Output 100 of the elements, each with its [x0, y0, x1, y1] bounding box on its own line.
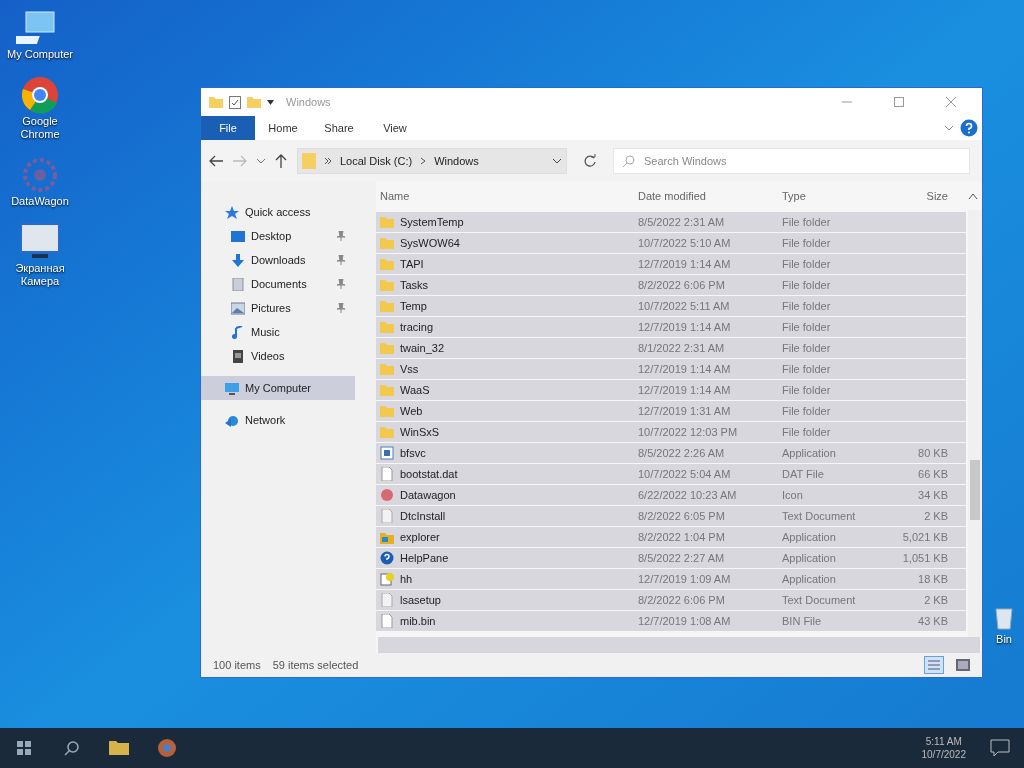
table-cell-text: 66 KB — [917, 466, 949, 482]
file-row[interactable]: TAPI 12/7/2019 1:14 AM File folder — [376, 254, 966, 275]
table-cell-text: DAT File — [782, 466, 825, 482]
file-row[interactable]: bfsvc 8/5/2022 2:26 AM Application 80 KB — [376, 443, 966, 464]
text-file-icon — [380, 509, 394, 523]
file-name: mib.bin — [400, 613, 436, 629]
caret-icon — [257, 158, 265, 164]
table-cell-text: 8/2/2022 1:04 PM — [638, 529, 726, 545]
nav-item[interactable]: Music — [201, 320, 355, 344]
file-row[interactable]: tracing 12/7/2019 1:14 AM File folder — [376, 317, 966, 338]
file-row[interactable]: lsasetup 8/2/2022 6:06 PM Text Document 2 KB — [376, 590, 966, 611]
chevron-icon — [420, 157, 427, 165]
table-cell-text: 2 KB — [923, 592, 949, 608]
nav-item[interactable]: Network — [201, 408, 355, 432]
folder-icon — [380, 299, 394, 313]
desktop-icon-label[interactable]: Google Chrome — [2, 115, 78, 141]
table-cell-text: 34 KB — [917, 487, 949, 503]
nav-item[interactable]: Desktop — [201, 224, 355, 248]
file-row[interactable]: Web 12/7/2019 1:31 AM File folder — [376, 401, 966, 422]
table-cell-text: 10/7/2022 5:04 AM — [638, 466, 732, 482]
chevron-icon — [944, 125, 954, 131]
folder-icon — [109, 741, 129, 755]
desktop-icon-label[interactable]: DataWagon — [2, 195, 78, 208]
nav-item[interactable]: Quick access — [201, 200, 355, 224]
scroll-thumb[interactable] — [970, 460, 980, 520]
ribbon-tab[interactable]: Home — [255, 116, 311, 140]
table-cell-text: 12/7/2019 1:14 AM — [638, 361, 732, 377]
table-cell-text: 12/7/2019 1:14 AM — [638, 319, 732, 335]
document-icon — [231, 277, 245, 291]
file-row[interactable]: bootstat.dat 10/7/2022 5:04 AM DAT File 66 KB — [376, 464, 966, 485]
nav-item[interactable]: Pictures — [201, 296, 355, 320]
file-row[interactable]: HelpPane 8/5/2022 2:27 AM Application 1,051 KB — [376, 548, 966, 569]
address-bar[interactable]: Local Disk (C:) Windows — [297, 148, 567, 174]
desktop-icon-label[interactable]: My Computer — [2, 48, 78, 61]
folder-icon — [380, 278, 394, 292]
file-row[interactable]: Temp 10/7/2022 5:11 AM File folder — [376, 296, 966, 317]
desktop-icon-label[interactable]: Bin — [996, 631, 1012, 648]
table-cell-text: BIN File — [782, 613, 823, 629]
file-row[interactable]: SystemTemp 8/5/2022 2:31 AM File folder — [376, 212, 966, 233]
scrollbar[interactable] — [968, 210, 982, 637]
table-cell-text: Application — [782, 550, 837, 566]
scrollbar[interactable] — [378, 637, 980, 653]
file-row[interactable]: mib.bin 12/7/2019 1:08 AM BIN File 43 KB — [376, 611, 966, 632]
chevrons-icon — [324, 157, 332, 165]
table-cell-text: 8/5/2022 2:27 AM — [638, 550, 726, 566]
file-row[interactable]: explorer 8/2/2022 1:04 PM Application 5,021 KB — [376, 527, 966, 548]
table-cell-text: 8/5/2022 2:26 AM — [638, 445, 726, 461]
column-header[interactable]: Type — [782, 187, 888, 205]
table-cell-text: File folder — [782, 256, 832, 272]
ribbon-tab[interactable]: Share — [311, 116, 367, 140]
folder-icon — [380, 320, 394, 334]
file-row[interactable]: Datawagon 6/22/2022 10:23 AM Icon 34 KB — [376, 485, 966, 506]
trash-icon — [992, 605, 1016, 631]
desktop-icon-label[interactable]: Экранная Камера — [2, 262, 78, 288]
folder-icon — [380, 362, 394, 376]
clock-date[interactable]: 10/7/2022 — [921, 748, 966, 761]
app-icon — [380, 446, 394, 460]
window-title: Windows — [286, 94, 331, 110]
file-row[interactable]: WaaS 12/7/2019 1:14 AM File folder — [376, 380, 966, 401]
file-row[interactable]: WinSxS 10/7/2022 12:03 PM File folder — [376, 422, 966, 443]
column-header[interactable]: Name — [376, 187, 638, 205]
ribbon-tab[interactable]: File — [201, 116, 255, 140]
table-cell-text: 12/7/2019 1:14 AM — [638, 256, 732, 272]
search-icon — [64, 740, 79, 756]
nav-item[interactable]: My Computer — [201, 376, 355, 400]
table-cell-text: Text Document — [782, 508, 857, 524]
up-icon — [275, 154, 287, 168]
breadcrumb-item[interactable]: Local Disk (C:) — [340, 152, 413, 170]
text-file-icon — [380, 593, 394, 607]
file-icon — [380, 614, 394, 628]
table-cell-text: File folder — [782, 382, 832, 398]
nav-item[interactable]: Documents — [201, 272, 355, 296]
file-row[interactable]: Tasks 8/2/2022 6:06 PM File folder — [376, 275, 966, 296]
help-icon — [380, 551, 394, 565]
breadcrumb-item[interactable]: Windows — [434, 152, 479, 170]
file-row[interactable]: twain_32 8/1/2022 2:31 AM File folder — [376, 338, 966, 359]
table-cell-text: 12/7/2019 1:31 AM — [638, 403, 732, 419]
nav-item[interactable]: Videos — [201, 344, 355, 368]
column-header[interactable]: Size — [888, 187, 952, 205]
file-row[interactable]: DtcInstall 8/2/2022 6:05 PM Text Document 2 KB — [376, 506, 966, 527]
table-cell-text: 10/7/2022 12:03 PM — [638, 424, 739, 440]
file-name: lsasetup — [400, 592, 441, 608]
file-row[interactable]: SysWOW64 10/7/2022 5:10 AM File folder — [376, 233, 966, 254]
clock-time[interactable]: 5:11 AM — [925, 735, 962, 748]
notification-icon — [990, 739, 1010, 757]
folder-icon — [380, 425, 394, 439]
file-name: Tasks — [400, 277, 429, 293]
file-name: twain_32 — [400, 340, 445, 356]
file-name: TAPI — [400, 256, 424, 272]
thumbnail-view-icon — [956, 659, 970, 671]
search-field[interactable]: Search Windows — [613, 148, 970, 174]
table-cell-text: 12/7/2019 1:08 AM — [638, 613, 732, 629]
file-row[interactable]: Vss 12/7/2019 1:14 AM File folder — [376, 359, 966, 380]
column-header[interactable]: Date modified — [638, 187, 782, 205]
ribbon-tab[interactable]: View — [367, 116, 423, 140]
file-name: tracing — [400, 319, 434, 335]
table-cell-text: 2 KB — [923, 508, 949, 524]
file-row[interactable]: hh 12/7/2019 1:09 AM Application 18 KB — [376, 569, 966, 590]
table-cell-text: 10/7/2022 5:11 AM — [638, 298, 731, 314]
nav-item[interactable]: Downloads — [201, 248, 355, 272]
